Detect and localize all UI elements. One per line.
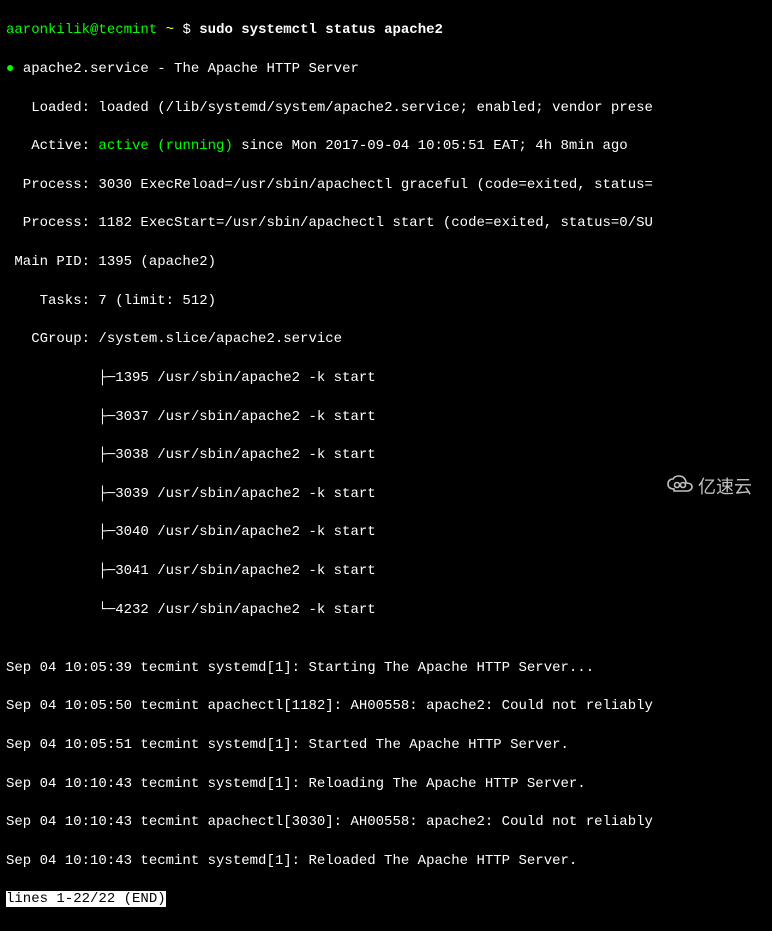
pager-line: lines 1-22/22 (END)	[6, 890, 766, 909]
cgroup-line: CGroup: /system.slice/apache2.service	[6, 330, 766, 349]
tree-line: ├─3039 /usr/sbin/apache2 -k start	[6, 485, 766, 504]
log-line: Sep 04 10:05:39 tecmint systemd[1]: Star…	[6, 659, 766, 678]
prompt-path: ~	[166, 22, 174, 38]
service-desc: - The Apache HTTP Server	[149, 61, 359, 77]
loaded-value: loaded (/lib/systemd/system/apache2.serv…	[98, 100, 653, 116]
tree-line: └─4232 /usr/sbin/apache2 -k start	[6, 601, 766, 620]
prompt-user: aaronkilik@tecmint	[6, 22, 157, 38]
pager-status: lines 1-22/22 (END)	[6, 891, 166, 907]
cgroup-path: /system.slice/apache2.service	[98, 331, 342, 347]
terminal-window[interactable]: aaronkilik@tecmint ~ $ sudo systemctl st…	[0, 0, 772, 931]
loaded-line: Loaded: loaded (/lib/systemd/system/apac…	[6, 99, 766, 118]
cloud-icon	[666, 475, 694, 498]
service-header: ● apache2.service - The Apache HTTP Serv…	[6, 60, 766, 79]
main-pid-line: Main PID: 1395 (apache2)	[6, 253, 766, 272]
tree-line: ├─3040 /usr/sbin/apache2 -k start	[6, 523, 766, 542]
active-state: active (running)	[98, 138, 232, 154]
tree-line: ├─1395 /usr/sbin/apache2 -k start	[6, 369, 766, 388]
prompt-symbol: $	[182, 22, 190, 38]
process-line-2: Process: 1182 ExecStart=/usr/sbin/apache…	[6, 214, 766, 233]
active-since: since Mon 2017-09-04 10:05:51 EAT; 4h 8m…	[233, 138, 628, 154]
log-line: Sep 04 10:05:51 tecmint systemd[1]: Star…	[6, 736, 766, 755]
tree-line: ├─3041 /usr/sbin/apache2 -k start	[6, 562, 766, 581]
tree-line: ├─3037 /usr/sbin/apache2 -k start	[6, 408, 766, 427]
tree-line: ├─3038 /usr/sbin/apache2 -k start	[6, 446, 766, 465]
log-line: Sep 04 10:10:43 tecmint systemd[1]: Relo…	[6, 852, 766, 871]
prompt-line: aaronkilik@tecmint ~ $ sudo systemctl st…	[6, 21, 766, 40]
watermark: 亿速云	[666, 473, 752, 499]
command-text: sudo systemctl status apache2	[199, 22, 443, 38]
watermark-text: 亿速云	[698, 473, 752, 499]
active-line: Active: active (running) since Mon 2017-…	[6, 137, 766, 156]
log-line: Sep 04 10:10:43 tecmint systemd[1]: Relo…	[6, 775, 766, 794]
service-name: apache2.service	[23, 61, 149, 77]
status-bullet-icon: ●	[6, 61, 14, 77]
tasks-line: Tasks: 7 (limit: 512)	[6, 292, 766, 311]
process-line-1: Process: 3030 ExecReload=/usr/sbin/apach…	[6, 176, 766, 195]
log-line: Sep 04 10:05:50 tecmint apachectl[1182]:…	[6, 697, 766, 716]
log-line: Sep 04 10:10:43 tecmint apachectl[3030]:…	[6, 813, 766, 832]
